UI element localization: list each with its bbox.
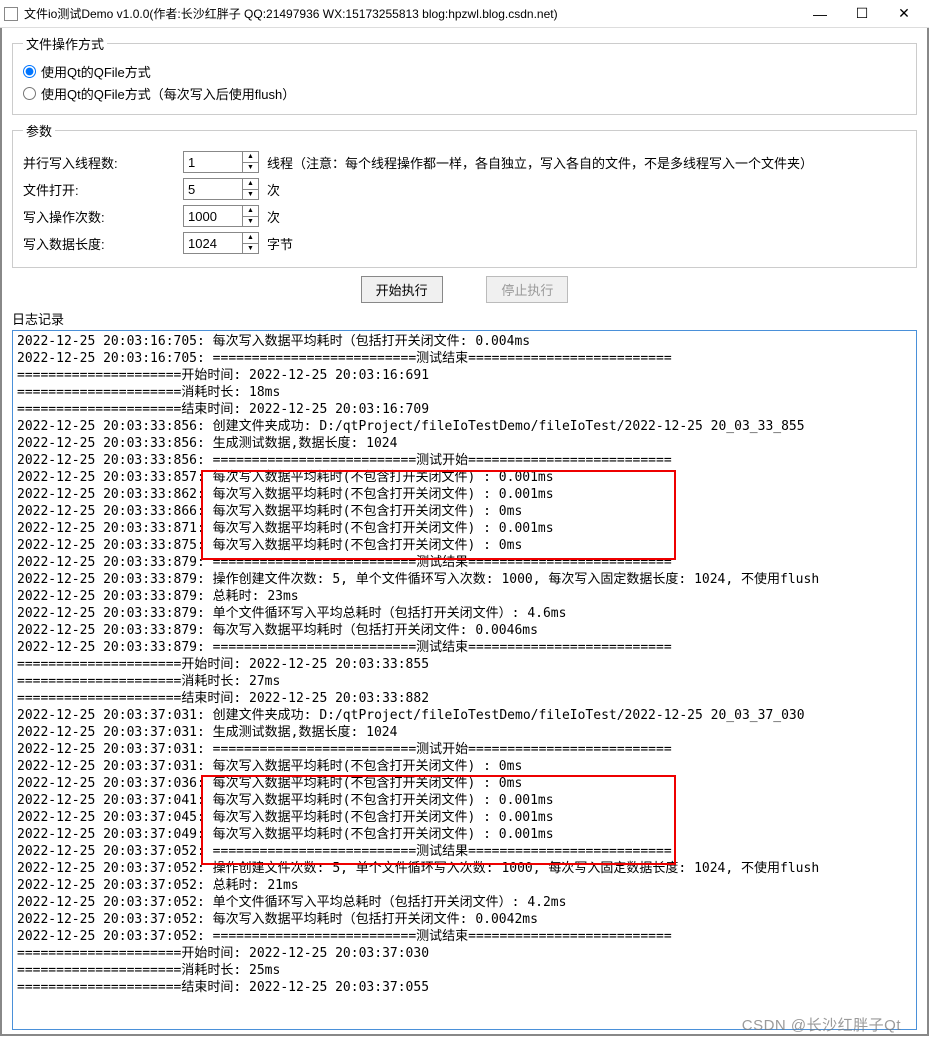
mode-qfile-flush-radio[interactable] — [23, 87, 36, 100]
log-line: 2022-12-25 20:03:37:045: 每次写入数据平均耗时(不包含打… — [15, 809, 914, 826]
len-spinbox[interactable]: ▲▼ — [183, 232, 259, 254]
writes-input[interactable] — [184, 206, 242, 226]
open-label: 文件打开: — [23, 180, 183, 199]
log-line: 2022-12-25 20:03:33:879: ===============… — [15, 639, 914, 656]
log-line: =====================消耗时长: 18ms — [15, 384, 914, 401]
writes-unit: 次 — [267, 207, 280, 226]
spin-down-icon[interactable]: ▼ — [243, 217, 258, 227]
len-label: 写入数据长度: — [23, 234, 183, 253]
maximize-button[interactable]: ☐ — [841, 1, 883, 27]
log-textarea[interactable]: 2022-12-25 20:03:16:705: 每次写入数据平均耗时（包括打开… — [12, 330, 917, 1030]
log-line: 2022-12-25 20:03:37:052: 单个文件循环写入平均总耗时（包… — [15, 894, 914, 911]
log-line: =====================消耗时长: 27ms — [15, 673, 914, 690]
log-label: 日志记录 — [12, 309, 917, 328]
file-mode-legend: 文件操作方式 — [23, 34, 107, 53]
spin-down-icon[interactable]: ▼ — [243, 163, 258, 173]
minimize-button[interactable]: — — [799, 1, 841, 27]
log-line: =====================开始时间: 2022-12-25 20… — [15, 656, 914, 673]
close-button[interactable]: ✕ — [883, 1, 925, 27]
file-mode-group: 文件操作方式 使用Qt的QFile方式 使用Qt的QFile方式（每次写入后使用… — [12, 34, 917, 115]
spin-up-icon[interactable]: ▲ — [243, 152, 258, 163]
spin-up-icon[interactable]: ▲ — [243, 233, 258, 244]
log-line: 2022-12-25 20:03:37:052: 操作创建文件次数: 5, 单个… — [15, 860, 914, 877]
log-line: 2022-12-25 20:03:37:031: 每次写入数据平均耗时(不包含打… — [15, 758, 914, 775]
app-icon — [4, 7, 18, 21]
log-line: =====================结束时间: 2022-12-25 20… — [15, 401, 914, 418]
log-line: 2022-12-25 20:03:33:879: 操作创建文件次数: 5, 单个… — [15, 571, 914, 588]
writes-spinbox[interactable]: ▲▼ — [183, 205, 259, 227]
spin-down-icon[interactable]: ▼ — [243, 190, 258, 200]
threads-input[interactable] — [184, 152, 242, 172]
open-input[interactable] — [184, 179, 242, 199]
log-line: 2022-12-25 20:03:33:879: ===============… — [15, 554, 914, 571]
log-line: 2022-12-25 20:03:16:705: ===============… — [15, 350, 914, 367]
log-line: 2022-12-25 20:03:37:052: ===============… — [15, 843, 914, 860]
window-title: 文件io测试Demo v1.0.0(作者:长沙红胖子 QQ:21497936 W… — [24, 5, 799, 22]
log-line: 2022-12-25 20:03:37:031: 生成测试数据,数据长度: 10… — [15, 724, 914, 741]
mode-qfile-label: 使用Qt的QFile方式 — [41, 62, 151, 81]
open-spinbox[interactable]: ▲▼ — [183, 178, 259, 200]
log-line: 2022-12-25 20:03:33:879: 每次写入数据平均耗时（包括打开… — [15, 622, 914, 639]
log-line: 2022-12-25 20:03:33:866: 每次写入数据平均耗时(不包含打… — [15, 503, 914, 520]
threads-spinbox[interactable]: ▲▼ — [183, 151, 259, 173]
log-line: 2022-12-25 20:03:33:856: ===============… — [15, 452, 914, 469]
log-line: =====================开始时间: 2022-12-25 20… — [15, 945, 914, 962]
len-input[interactable] — [184, 233, 242, 253]
start-button[interactable]: 开始执行 — [361, 276, 443, 303]
mode-qfile-radio[interactable] — [23, 65, 36, 78]
log-line: 2022-12-25 20:03:37:041: 每次写入数据平均耗时(不包含打… — [15, 792, 914, 809]
log-line: 2022-12-25 20:03:37:052: ===============… — [15, 928, 914, 945]
open-unit: 次 — [267, 180, 280, 199]
log-line: 2022-12-25 20:03:33:875: 每次写入数据平均耗时(不包含打… — [15, 537, 914, 554]
log-line: 2022-12-25 20:03:37:052: 每次写入数据平均耗时（包括打开… — [15, 911, 914, 928]
titlebar: 文件io测试Demo v1.0.0(作者:长沙红胖子 QQ:21497936 W… — [0, 0, 929, 28]
log-line: =====================结束时间: 2022-12-25 20… — [15, 690, 914, 707]
params-legend: 参数 — [23, 121, 55, 140]
log-line: 2022-12-25 20:03:16:705: 每次写入数据平均耗时（包括打开… — [15, 333, 914, 350]
log-line: 2022-12-25 20:03:33:856: 生成测试数据,数据长度: 10… — [15, 435, 914, 452]
log-line: 2022-12-25 20:03:33:862: 每次写入数据平均耗时(不包含打… — [15, 486, 914, 503]
len-unit: 字节 — [267, 234, 293, 253]
log-line: 2022-12-25 20:03:37:049: 每次写入数据平均耗时(不包含打… — [15, 826, 914, 843]
mode-qfile-flush-label: 使用Qt的QFile方式（每次写入后使用flush） — [41, 84, 295, 103]
log-line: 2022-12-25 20:03:37:052: 总耗时: 21ms — [15, 877, 914, 894]
threads-note: 线程（注意：每个线程操作都一样，各自独立，写入各自的文件，不是多线程写入一个文件… — [267, 153, 813, 172]
log-line: 2022-12-25 20:03:33:879: 总耗时: 23ms — [15, 588, 914, 605]
log-line: 2022-12-25 20:03:33:871: 每次写入数据平均耗时(不包含打… — [15, 520, 914, 537]
log-line: 2022-12-25 20:03:33:879: 单个文件循环写入平均总耗时（包… — [15, 605, 914, 622]
spin-down-icon[interactable]: ▼ — [243, 244, 258, 254]
spin-up-icon[interactable]: ▲ — [243, 179, 258, 190]
log-line: 2022-12-25 20:03:37:031: 创建文件夹成功: D:/qtP… — [15, 707, 914, 724]
spin-up-icon[interactable]: ▲ — [243, 206, 258, 217]
log-line: =====================开始时间: 2022-12-25 20… — [15, 367, 914, 384]
log-line: =====================消耗时长: 25ms — [15, 962, 914, 979]
log-line: 2022-12-25 20:03:37:031: ===============… — [15, 741, 914, 758]
log-line: 2022-12-25 20:03:33:856: 创建文件夹成功: D:/qtP… — [15, 418, 914, 435]
log-line: =====================结束时间: 2022-12-25 20… — [15, 979, 914, 996]
writes-label: 写入操作次数: — [23, 207, 183, 226]
watermark: CSDN @长沙红胖子Qt — [742, 1014, 901, 1035]
stop-button[interactable]: 停止执行 — [486, 276, 568, 303]
log-line: 2022-12-25 20:03:37:036: 每次写入数据平均耗时(不包含打… — [15, 775, 914, 792]
params-group: 参数 并行写入线程数: ▲▼ 线程（注意：每个线程操作都一样，各自独立，写入各自… — [12, 121, 917, 268]
log-line: 2022-12-25 20:03:33:857: 每次写入数据平均耗时(不包含打… — [15, 469, 914, 486]
threads-label: 并行写入线程数: — [23, 153, 183, 172]
